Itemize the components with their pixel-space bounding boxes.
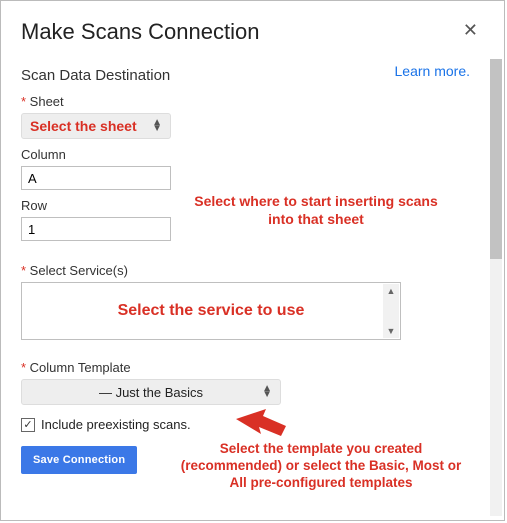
save-connection-button[interactable]: Save Connection [21, 446, 137, 474]
include-preexisting-checkbox[interactable]: ✓ [21, 418, 35, 432]
template-select[interactable]: — Just the Basics ▲▼ [21, 379, 281, 405]
row-input[interactable] [21, 217, 171, 241]
make-scans-dialog: Make Scans Connection ✕ Learn more. Scan… [0, 0, 505, 521]
scroll-down-icon[interactable]: ▼ [387, 324, 396, 338]
template-label: Column Template [21, 360, 484, 375]
row-label: Row [21, 198, 484, 213]
sheet-select[interactable]: Select the sheet ▲▼ [21, 113, 171, 139]
services-label: Select Service(s) [21, 263, 484, 278]
scroll-up-icon[interactable]: ▲ [387, 284, 396, 298]
dialog-scrollbar[interactable] [490, 59, 502, 516]
sheet-select-value: Select the sheet [30, 118, 137, 134]
include-preexisting-row: ✓ Include preexisting scans. [21, 417, 484, 432]
services-select[interactable]: Select the service to use ▲ ▼ [21, 282, 401, 340]
dialog-header: Make Scans Connection ✕ [1, 1, 504, 55]
template-select-value: — Just the Basics [99, 385, 203, 400]
dialog-scrollbar-thumb[interactable] [490, 59, 502, 259]
caret-updown-icon: ▲▼ [262, 386, 272, 398]
dialog-body: Scan Data Destination Sheet Select the s… [1, 56, 504, 518]
dialog-title: Make Scans Connection [21, 19, 259, 45]
services-inner-scrollbar[interactable]: ▲ ▼ [383, 284, 399, 338]
include-preexisting-label: Include preexisting scans. [41, 417, 191, 432]
column-label: Column [21, 147, 484, 162]
sheet-label: Sheet [21, 94, 484, 109]
column-input[interactable] [21, 166, 171, 190]
annotation-service: Select the service to use [118, 301, 305, 321]
close-icon[interactable]: ✕ [457, 19, 484, 41]
destination-header: Scan Data Destination [21, 67, 484, 84]
caret-updown-icon: ▲▼ [152, 120, 162, 132]
